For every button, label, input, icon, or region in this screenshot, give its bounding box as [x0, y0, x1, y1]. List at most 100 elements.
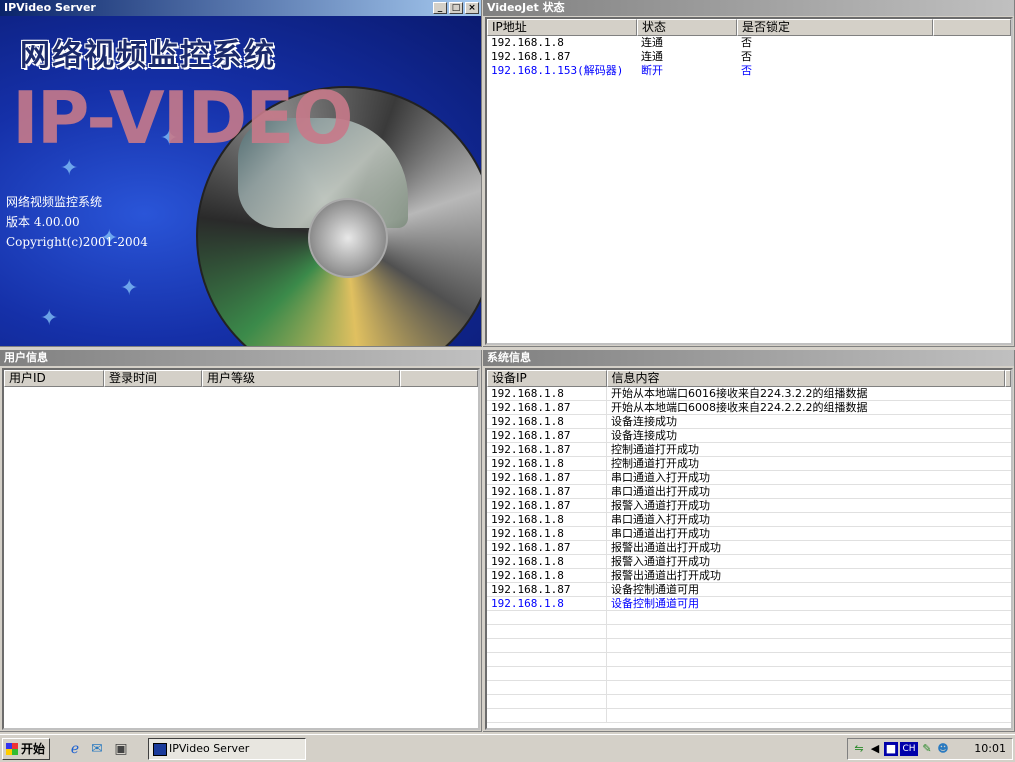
main-window-title: IPVideo Server	[4, 1, 96, 14]
volume-icon[interactable]: ◀	[868, 742, 882, 756]
user-panel-title: 用户信息	[4, 351, 48, 364]
empty-row	[487, 653, 1011, 667]
network-icon[interactable]: ⇋	[852, 742, 866, 756]
videojet-row[interactable]: 192.168.1.153(解码器) 断开 否	[487, 64, 1011, 78]
device-status: 连通	[641, 36, 663, 49]
column-header-user-id[interactable]: 用户ID	[4, 370, 104, 387]
log-message: 报警出通道出打开成功	[611, 569, 721, 582]
log-device-ip: 192.168.1.8	[487, 387, 607, 400]
user-list-header: 用户ID 登录时间 用户等级	[4, 370, 478, 387]
empty-cell	[487, 667, 607, 680]
log-device-ip: 192.168.1.87	[487, 471, 607, 484]
system-log-row[interactable]: 192.168.1.87 开始从本地端口6008接收来自224.2.2.2的组播数…	[487, 401, 1011, 415]
empty-cell	[487, 639, 607, 652]
maximize-button[interactable]: □	[449, 2, 463, 14]
empty-cell	[607, 709, 1007, 722]
system-log-row[interactable]: 192.168.1.87 报警出通道出打开成功	[487, 541, 1011, 555]
system-info-panel: 系统信息 设备IP 信息内容 192.168.1.8 开始从本地端口6016接收来…	[483, 350, 1015, 732]
empty-row	[487, 681, 1011, 695]
system-log-row[interactable]: 192.168.1.8 设备控制通道可用	[487, 597, 1011, 611]
taskbar: 开始 ℯ ✉ ▣ IPVideo Server ⇋ ◀ ■ CH ✎ ☻ 10:…	[0, 734, 1015, 762]
log-message: 串口通道出打开成功	[611, 527, 710, 540]
empty-row	[487, 625, 1011, 639]
column-header-status[interactable]: 状态	[637, 19, 737, 36]
column-header-message[interactable]: 信息内容	[606, 370, 1005, 387]
system-log-row[interactable]: 192.168.1.87 控制通道打开成功	[487, 443, 1011, 457]
videojet-list[interactable]: IP地址 状态 是否锁定 192.168.1.8 连通 否 192.168.1.…	[485, 17, 1013, 345]
empty-row	[487, 667, 1011, 681]
empty-cell	[487, 695, 607, 708]
log-device-ip: 192.168.1.87	[487, 499, 607, 512]
internet-explorer-icon[interactable]: ℯ	[66, 740, 84, 758]
log-message: 设备控制通道可用	[611, 583, 699, 596]
system-log-row[interactable]: 192.168.1.8 串口通道入打开成功	[487, 513, 1011, 527]
column-header-filler	[933, 19, 1011, 36]
system-log-row[interactable]: 192.168.1.87 串口通道入打开成功	[487, 471, 1011, 485]
product-name: 网络视频监控系统	[6, 195, 103, 209]
system-tray: ⇋ ◀ ■ CH ✎ ☻ 10:01	[847, 738, 1013, 760]
input-language-indicator[interactable]: CH	[900, 742, 918, 756]
system-panel-titlebar[interactable]: 系统信息	[483, 350, 1014, 366]
user-info-panel: 用户信息 用户ID 登录时间 用户等级	[0, 350, 482, 732]
system-log-row[interactable]: 192.168.1.8 报警入通道打开成功	[487, 555, 1011, 569]
empty-cell	[487, 625, 607, 638]
screen-icon[interactable]: ■	[884, 742, 898, 756]
taskbar-ipvideo-server[interactable]: IPVideo Server	[148, 738, 306, 760]
system-log-list[interactable]: 设备IP 信息内容 192.168.1.8 开始从本地端口6016接收来自224.…	[485, 368, 1013, 730]
device-status: 断开	[641, 64, 663, 77]
column-header-ip[interactable]: IP地址	[487, 19, 637, 36]
videojet-panel-titlebar[interactable]: VideoJet 状态	[483, 0, 1014, 16]
column-header-login-time[interactable]: 登录时间	[104, 370, 202, 387]
log-device-ip: 192.168.1.8	[487, 457, 607, 470]
system-log-row[interactable]: 192.168.1.8 开始从本地端口6016接收来自224.3.2.2的组播数据	[487, 387, 1011, 401]
videojet-list-header: IP地址 状态 是否锁定	[487, 19, 1011, 36]
column-header-user-level[interactable]: 用户等级	[202, 370, 400, 387]
empty-cell	[607, 695, 1007, 708]
system-log-row[interactable]: 192.168.1.87 报警入通道打开成功	[487, 499, 1011, 513]
videojet-row[interactable]: 192.168.1.8 连通 否	[487, 36, 1011, 50]
system-log-row[interactable]: 192.168.1.8 控制通道打开成功	[487, 457, 1011, 471]
column-header-locked[interactable]: 是否锁定	[737, 19, 933, 36]
window-controls: _ □ ×	[433, 2, 479, 14]
empty-row	[487, 639, 1011, 653]
outlook-icon[interactable]: ✉	[88, 740, 106, 758]
empty-cell	[487, 681, 607, 694]
messenger-icon[interactable]: ☻	[936, 742, 950, 756]
log-device-ip: 192.168.1.8	[487, 597, 607, 610]
user-panel-titlebar[interactable]: 用户信息	[0, 350, 481, 366]
empty-cell	[487, 653, 607, 666]
device-ip: 192.168.1.153(解码器)	[491, 64, 624, 77]
column-header-device-ip[interactable]: 设备IP	[487, 370, 607, 387]
empty-cell	[607, 625, 1007, 638]
show-desktop-icon[interactable]: ▣	[112, 740, 130, 758]
device-ip: 192.168.1.8	[491, 36, 564, 49]
log-device-ip: 192.168.1.87	[487, 541, 607, 554]
splash-heading: 网络视频监控系统	[20, 38, 276, 73]
disc-hub	[308, 198, 388, 278]
system-log-row[interactable]: 192.168.1.87 设备控制通道可用	[487, 583, 1011, 597]
system-log-row[interactable]: 192.168.1.87 设备连接成功	[487, 429, 1011, 443]
system-log-row[interactable]: 192.168.1.8 报警出通道出打开成功	[487, 569, 1011, 583]
empty-row	[487, 695, 1011, 709]
empty-row	[487, 611, 1011, 625]
copyright-text: Copyright(c)2001-2004	[6, 235, 148, 249]
empty-cell	[487, 709, 607, 722]
log-message: 报警入通道打开成功	[611, 555, 710, 568]
log-device-ip: 192.168.1.8	[487, 555, 607, 568]
main-window-titlebar[interactable]: IPVideo Server _ □ ×	[0, 0, 481, 16]
device-locked: 否	[741, 64, 752, 77]
system-log-row[interactable]: 192.168.1.8 串口通道出打开成功	[487, 527, 1011, 541]
system-panel-title: 系统信息	[487, 351, 531, 364]
minimize-button[interactable]: _	[433, 2, 447, 14]
device-locked: 否	[741, 50, 752, 63]
system-log-row[interactable]: 192.168.1.87 串口通道出打开成功	[487, 485, 1011, 499]
empty-row	[487, 709, 1011, 723]
start-button[interactable]: 开始	[2, 738, 50, 760]
empty-cell	[607, 639, 1007, 652]
user-list[interactable]: 用户ID 登录时间 用户等级	[2, 368, 480, 730]
close-button[interactable]: ×	[465, 2, 479, 14]
videojet-row[interactable]: 192.168.1.87 连通 否	[487, 50, 1011, 64]
log-device-ip: 192.168.1.8	[487, 527, 607, 540]
system-log-row[interactable]: 192.168.1.8 设备连接成功	[487, 415, 1011, 429]
ime-icon[interactable]: ✎	[920, 742, 934, 756]
